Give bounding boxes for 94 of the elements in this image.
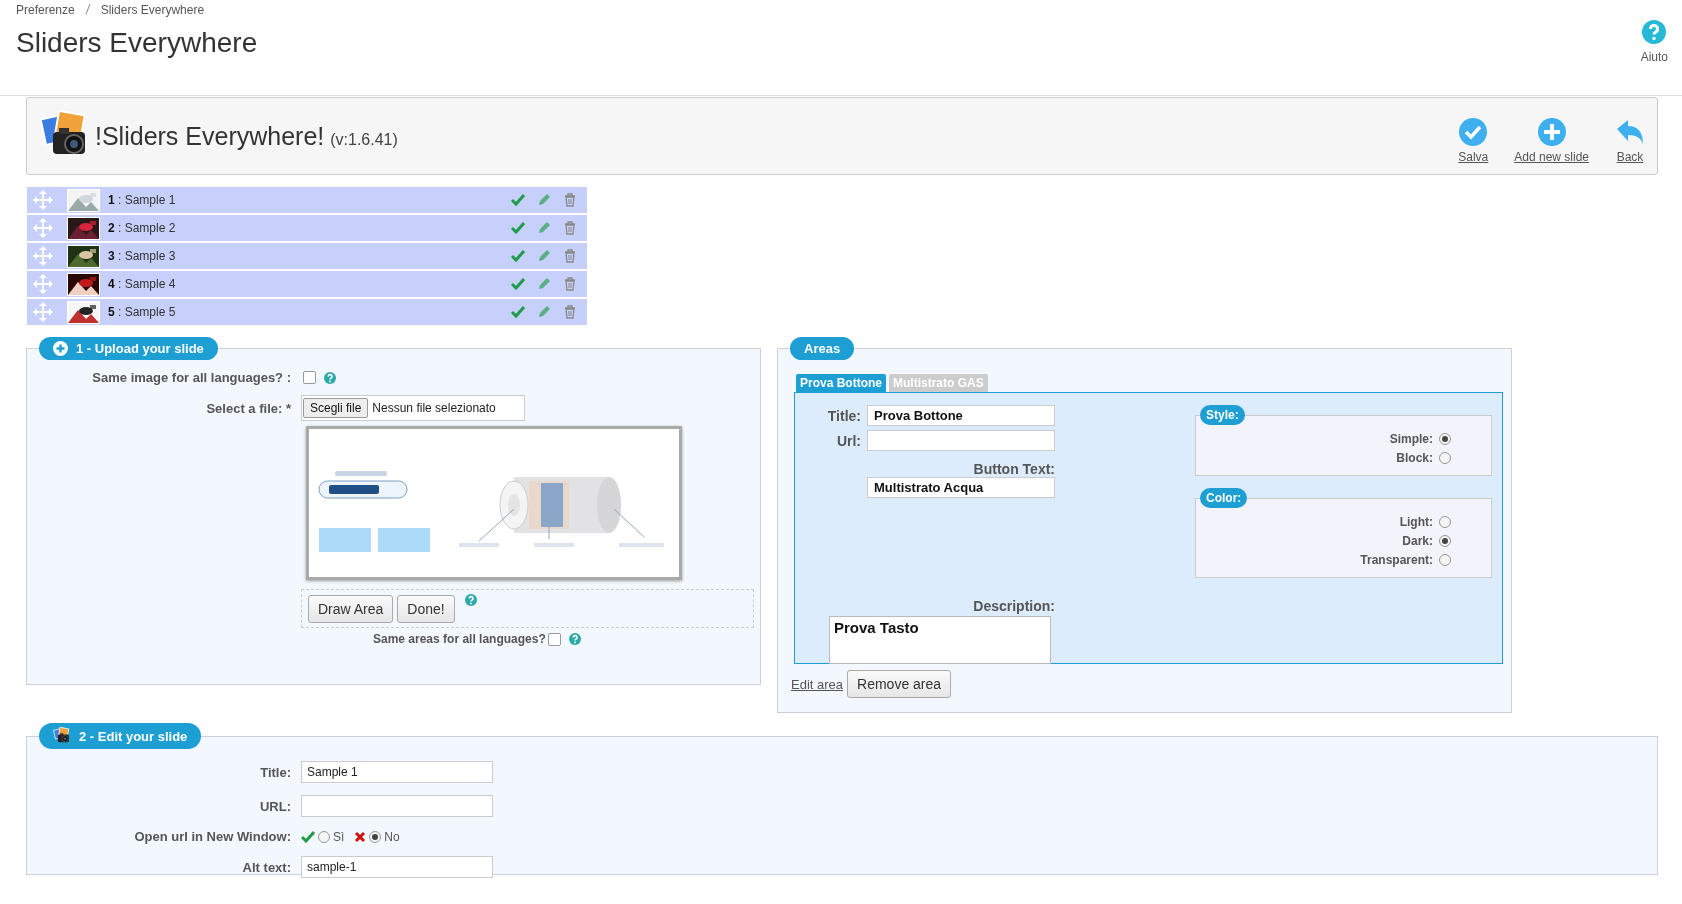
page-title: Sliders Everywhere <box>16 27 258 59</box>
radio-button[interactable] <box>1439 553 1451 566</box>
trash-icon[interactable] <box>563 221 577 235</box>
slide-row[interactable]: 5 : Sample 5 <box>27 299 587 325</box>
group-legend: Style: <box>1200 405 1245 425</box>
action-link[interactable]: Back <box>1615 116 1645 164</box>
edit-area-link[interactable]: Edit area <box>791 676 844 692</box>
field-label: Url: <box>835 432 861 449</box>
text-field[interactable]: Multistrato Acqua <box>867 477 1055 498</box>
field-label: Open url in New Window: <box>133 829 292 844</box>
field-label: Title: <box>259 764 292 780</box>
help-icon[interactable] <box>1642 20 1667 44</box>
move-icon[interactable] <box>33 246 53 266</box>
field-label: URL: <box>258 798 292 814</box>
move-icon[interactable] <box>33 218 53 238</box>
field-label: Same image for all languages? : <box>91 370 292 385</box>
pencil-icon[interactable] <box>537 305 551 319</box>
pencil-icon[interactable] <box>537 277 551 291</box>
check-icon[interactable] <box>511 277 525 291</box>
action-button[interactable]: Done! <box>397 594 455 623</box>
slide-row[interactable]: 3 : Sample 3 <box>27 243 587 269</box>
slide-title: 2 : Sample 2 <box>108 221 177 235</box>
action-link[interactable]: Salva <box>1458 116 1489 164</box>
option-label: Simple: <box>1389 431 1433 446</box>
field-label: Description: <box>972 598 1055 614</box>
radio-button[interactable] <box>1439 534 1451 547</box>
checkbox[interactable] <box>303 371 316 384</box>
text-field[interactable]: Sample 1 <box>301 761 493 783</box>
slide-title: 4 : Sample 4 <box>108 277 177 291</box>
text-field[interactable] <box>867 430 1055 451</box>
remove-area-button[interactable]: Remove area <box>847 670 952 698</box>
help-icon[interactable] <box>568 633 581 645</box>
text-field[interactable] <box>301 795 493 817</box>
group-legend: Color: <box>1200 488 1248 508</box>
cross-icon <box>354 830 367 843</box>
check-icon[interactable] <box>511 249 525 263</box>
check-icon <box>1458 116 1489 147</box>
pencil-icon[interactable] <box>537 249 551 263</box>
pencil-icon[interactable] <box>537 193 551 207</box>
check-icon <box>301 830 315 843</box>
option-label: Block: <box>1396 450 1433 465</box>
option-label: Light: <box>1399 514 1433 529</box>
action-link[interactable]: Add new slide <box>1514 116 1589 164</box>
help-icon[interactable] <box>324 371 336 384</box>
slide-title: 5 : Sample 5 <box>108 305 177 319</box>
option-label: Dark: <box>1402 533 1433 548</box>
text-area[interactable]: Prova Tasto <box>829 616 1051 664</box>
check-icon[interactable] <box>511 193 525 207</box>
field-label: Alt text: <box>241 859 292 875</box>
legend-text: 2 - Edit your slide <box>79 728 188 744</box>
slide-title: 3 : Sample 3 <box>108 249 177 263</box>
legend-text: 1 - Upload your slide <box>76 341 204 356</box>
slide-row[interactable]: 2 : Sample 2 <box>27 215 587 241</box>
field-label: Button Text: <box>972 461 1055 477</box>
trash-icon[interactable] <box>563 249 577 263</box>
help-label[interactable]: Aiuto <box>1640 50 1668 64</box>
radio-button[interactable] <box>369 830 382 843</box>
version-label: (v:1.6.41) <box>330 130 398 148</box>
trash-icon[interactable] <box>563 277 577 291</box>
slide-row[interactable]: 4 : Sample 4 <box>27 271 587 297</box>
file-input[interactable]: Scegli file Nessun file selezionato <box>301 395 525 421</box>
breadcrumb-link[interactable]: Sliders Everywhere <box>100 3 205 17</box>
option-label: Sì <box>333 829 345 844</box>
panel-legend: Areas <box>790 337 855 360</box>
slide-title: 1 : Sample 1 <box>108 193 177 207</box>
text-field[interactable]: sample-1 <box>301 856 493 878</box>
radio-button[interactable] <box>1439 451 1451 464</box>
trash-icon[interactable] <box>563 305 577 319</box>
plus-icon <box>53 341 68 356</box>
check-icon[interactable] <box>511 305 525 319</box>
action-button[interactable]: Draw Area <box>308 594 394 623</box>
field-label: Same areas for all languages? <box>373 632 546 646</box>
text-field[interactable]: Prova Bottone <box>867 405 1055 426</box>
radio-button[interactable] <box>318 830 330 843</box>
move-icon[interactable] <box>33 190 53 210</box>
trash-icon[interactable] <box>563 193 577 207</box>
move-icon[interactable] <box>33 274 53 294</box>
help-icon[interactable] <box>464 594 477 606</box>
radio-button[interactable] <box>1439 515 1451 528</box>
field-label: Title: <box>826 407 861 424</box>
check-icon[interactable] <box>511 221 525 235</box>
option-label: No <box>384 829 400 844</box>
checkbox[interactable] <box>547 632 561 646</box>
option-label: Transparent: <box>1360 552 1433 567</box>
module-title: !Sliders Everywhere! <box>95 121 325 150</box>
plus-icon <box>1536 116 1567 147</box>
separator-icon <box>84 3 91 15</box>
pencil-icon[interactable] <box>537 221 551 235</box>
breadcrumb-link[interactable]: Preferenze <box>16 3 75 17</box>
slide-row[interactable]: 1 : Sample 1 <box>27 187 587 213</box>
camera-icon <box>53 727 71 745</box>
field-label: Select a file: * <box>205 400 292 416</box>
move-icon[interactable] <box>33 302 53 322</box>
radio-button[interactable] <box>1439 432 1451 445</box>
